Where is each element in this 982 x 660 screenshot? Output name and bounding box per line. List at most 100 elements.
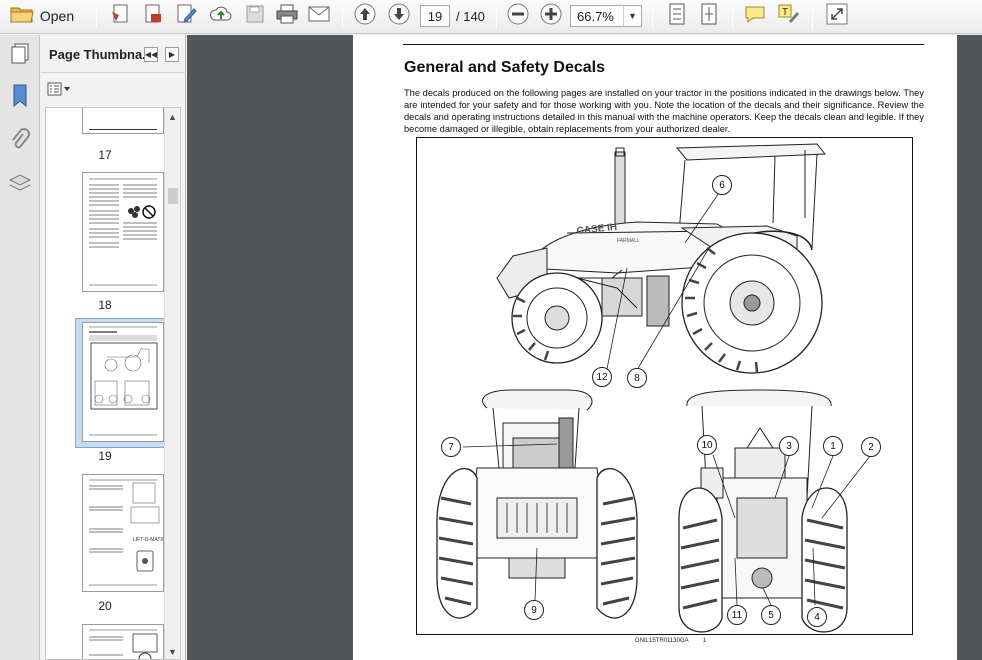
callout-5: 5 xyxy=(761,605,781,625)
main-toolbar: Open 19 / 140 66.7% ▼ T xyxy=(0,0,982,34)
save-icon xyxy=(245,4,265,29)
open-label: Open xyxy=(39,8,75,24)
zoom-select[interactable]: 66.7% ▼ xyxy=(570,5,642,27)
document-viewport[interactable]: General and Safety Decals The decals pro… xyxy=(187,35,982,660)
bookmarks-toggle[interactable] xyxy=(7,84,33,113)
thumbnail-page-label: 20 xyxy=(98,599,112,613)
create-pdf-icon xyxy=(111,3,131,30)
highlight-button[interactable]: T xyxy=(776,3,802,29)
scroll-down-arrow-icon[interactable]: ▼ xyxy=(168,647,177,657)
export-pdf-button[interactable] xyxy=(140,3,166,29)
toolbar-separator xyxy=(496,5,497,29)
next-page-button[interactable] xyxy=(386,3,412,29)
zoom-out-button[interactable] xyxy=(505,3,531,29)
callout-6: 6 xyxy=(712,175,732,195)
toolbar-separator xyxy=(96,5,97,29)
thumbnail-options-button[interactable] xyxy=(47,82,73,100)
callout-10: 10 xyxy=(697,435,717,455)
email-button[interactable] xyxy=(306,3,332,29)
zoom-value: 66.7% xyxy=(577,9,614,24)
expand-button[interactable] xyxy=(824,3,850,29)
envelope-icon xyxy=(308,6,330,27)
save-button[interactable] xyxy=(242,3,268,29)
section-body: The decals produced on the following pag… xyxy=(404,88,924,134)
tractor-drawings: CASE IH FARMALL xyxy=(436,143,871,633)
layers-toggle[interactable] xyxy=(7,173,33,199)
callout-1: 1 xyxy=(823,436,843,456)
open-button[interactable]: Open xyxy=(4,3,80,29)
create-pdf-button[interactable] xyxy=(108,3,134,29)
expand-icon xyxy=(826,3,848,30)
attachments-toggle[interactable] xyxy=(7,127,33,157)
cloud-upload-icon xyxy=(209,4,233,29)
tractor-front-view xyxy=(436,389,638,619)
edit-pdf-button[interactable] xyxy=(174,3,200,29)
callout-2: 2 xyxy=(861,437,881,457)
panel-header: Page Thumbna... ◀◀ ▶ xyxy=(41,35,186,73)
scrollbar-thumb[interactable] xyxy=(168,188,178,204)
toolbar-separator xyxy=(652,5,653,29)
callout-12: 12 xyxy=(592,367,612,387)
fit-page-icon xyxy=(699,3,719,30)
tractor-side-view xyxy=(496,143,827,374)
thumbnail-page[interactable] xyxy=(82,624,164,659)
page-thumbnails-toggle[interactable] xyxy=(7,43,33,69)
zoom-out-icon xyxy=(507,3,529,30)
section-title: General and Safety Decals xyxy=(404,59,605,76)
comment-button[interactable] xyxy=(742,3,768,29)
arrow-down-circle-icon xyxy=(388,3,410,30)
thumbnail-page-label: 18 xyxy=(98,298,112,312)
printer-icon xyxy=(276,4,298,29)
page-number-input[interactable]: 19 xyxy=(420,5,450,27)
panel-title: Page Thumbna... xyxy=(49,47,154,62)
thumbnails-panel: Page Thumbna... ◀◀ ▶ 17 18 19 LIFT-O-MAT… xyxy=(41,35,186,660)
figure-caption: GNIL15TR01130GA 1 xyxy=(635,638,720,644)
toolbar-separator xyxy=(732,5,733,29)
arrow-up-circle-icon xyxy=(354,3,376,30)
toolbar-separator xyxy=(342,5,343,29)
thumbnail-list[interactable]: 17 18 19 LIFT-O-MATIC 20 ▲ ▼ xyxy=(45,107,181,660)
svg-text:T: T xyxy=(782,7,788,18)
callout-8: 8 xyxy=(627,368,647,388)
decal-diagram: CASE IH FARMALL 6 12 8 7 9 10 3 1 2 11 5… xyxy=(416,137,913,635)
tractor-rear-view xyxy=(678,389,848,633)
pdf-page: General and Safety Decals The decals pro… xyxy=(353,35,957,660)
thumbnail-page[interactable] xyxy=(82,108,164,134)
chevron-down-icon[interactable]: ▼ xyxy=(623,6,641,26)
collapse-panel-button[interactable]: ◀◀ xyxy=(144,47,158,62)
paperclip-icon xyxy=(10,127,30,157)
callout-3: 3 xyxy=(779,436,799,456)
scroll-up-arrow-icon[interactable]: ▲ xyxy=(168,112,177,122)
layers-icon xyxy=(8,173,32,200)
thumbnail-page-label: 17 xyxy=(98,148,112,162)
callout-9: 9 xyxy=(524,600,544,620)
model-mark: FARMALL xyxy=(617,238,640,244)
print-button[interactable] xyxy=(274,3,300,29)
upload-cloud-button[interactable] xyxy=(208,3,234,29)
thumbnail-page-label: 19 xyxy=(98,449,112,463)
page-total-label: / 140 xyxy=(456,9,485,24)
figure-code: GNIL15TR01130GA xyxy=(635,638,689,644)
zoom-in-button[interactable] xyxy=(538,3,564,29)
thumbnail-page[interactable] xyxy=(82,172,164,292)
bookmark-icon xyxy=(11,84,29,113)
header-rule xyxy=(403,44,924,45)
scroll-mode-button[interactable] xyxy=(664,3,690,29)
options-list-icon xyxy=(47,82,71,101)
folder-icon xyxy=(10,4,34,29)
navigation-rail xyxy=(0,35,40,660)
export-pdf-icon xyxy=(143,3,163,30)
highlight-pen-icon: T xyxy=(778,3,800,30)
pages-icon xyxy=(10,43,30,70)
zoom-in-icon xyxy=(540,3,562,30)
speech-bubble-icon xyxy=(744,4,766,29)
fit-page-button[interactable] xyxy=(696,3,722,29)
thumbnail-scrollbar[interactable]: ▲ ▼ xyxy=(164,108,180,659)
thumbnail-page[interactable]: LIFT-O-MATIC xyxy=(82,474,166,592)
svg-text:LIFT-O-MATIC: LIFT-O-MATIC xyxy=(133,537,163,543)
previous-page-button[interactable] xyxy=(352,3,378,29)
callout-7: 7 xyxy=(441,437,461,457)
thumbnail-page-selected[interactable] xyxy=(82,322,164,442)
edit-pdf-icon xyxy=(176,3,198,30)
panel-forward-button[interactable]: ▶ xyxy=(165,47,179,62)
